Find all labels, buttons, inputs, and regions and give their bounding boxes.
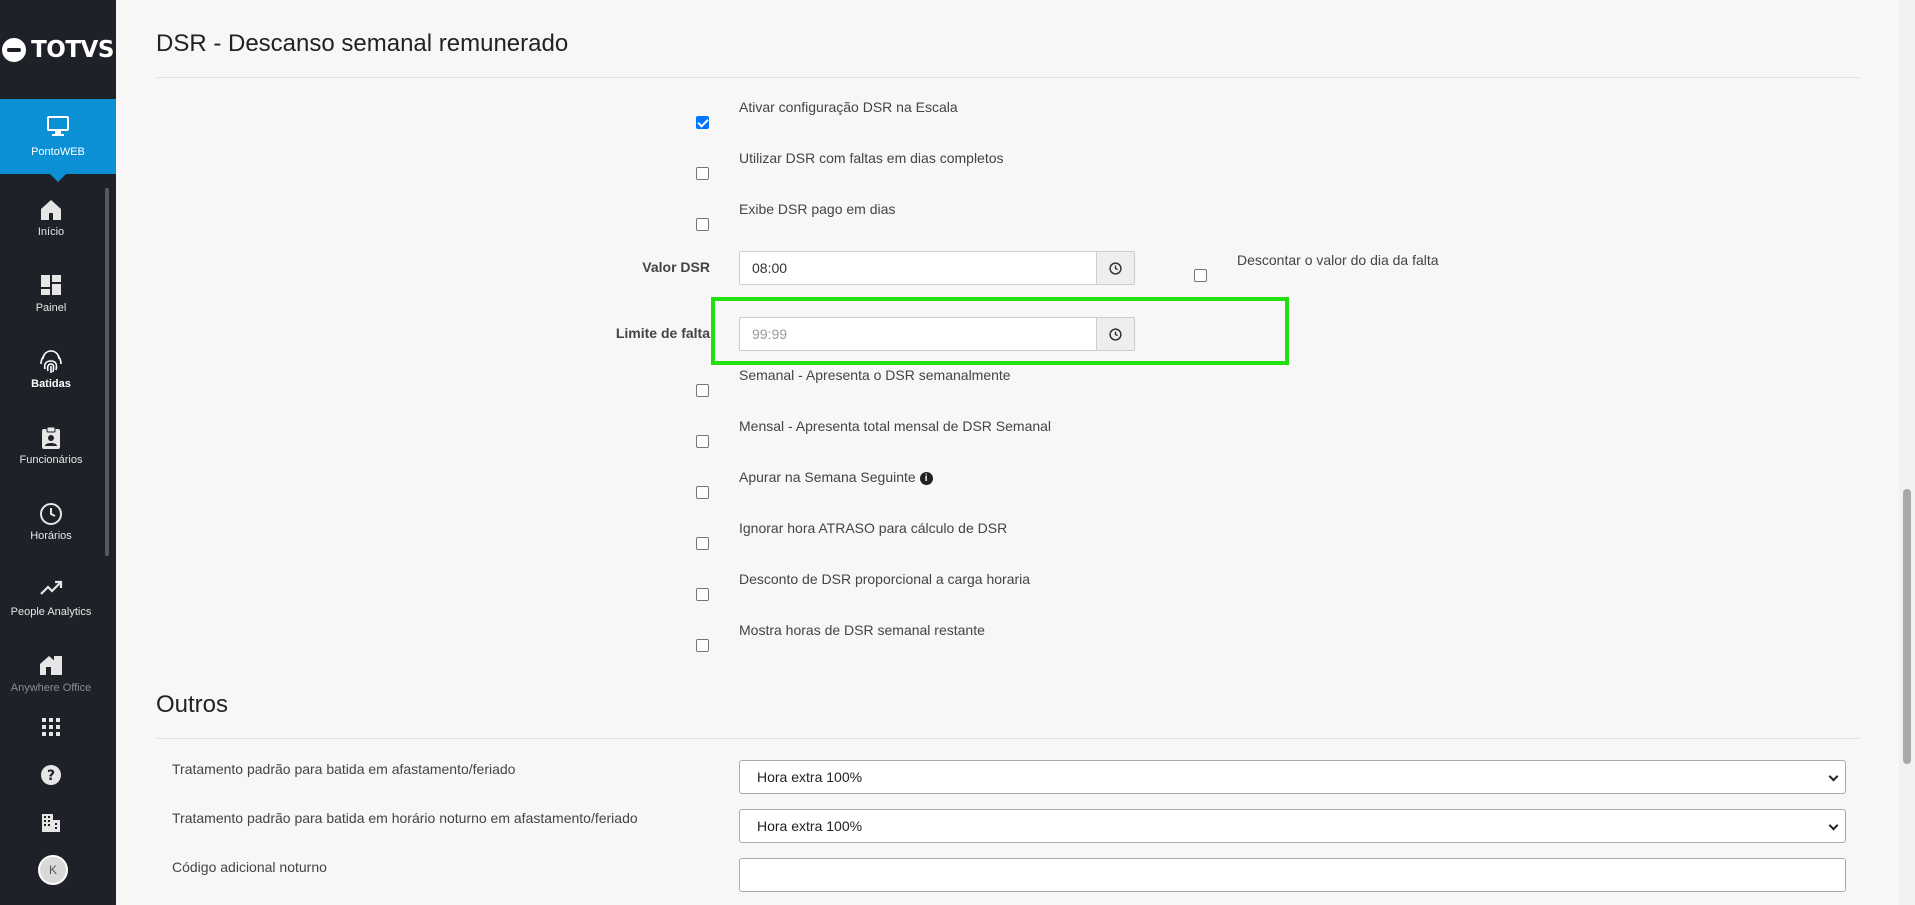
info-icon[interactable]: i — [919, 472, 933, 485]
main-content: DSR - Descanso semanal remunerado Ativar… — [116, 0, 1899, 905]
chevron-down-icon — [1828, 771, 1839, 782]
limite-falta-input[interactable]: 99:99 — [739, 317, 1097, 351]
clock-icon — [0, 502, 102, 526]
sidebar-item-label: Horários — [30, 530, 72, 542]
sidebar-item-pontoweb[interactable]: PontoWEB — [0, 99, 116, 182]
sidebar-item-label: PontoWEB — [31, 146, 85, 158]
user-avatar[interactable]: K — [38, 855, 68, 885]
option-label: Mensal - Apresenta total mensal de DSR S… — [739, 418, 1052, 434]
option-label: Apurar na Semana Seguinte — [739, 469, 916, 485]
option-label: Utilizar DSR com faltas em dias completo… — [739, 150, 1004, 166]
totvs-logo-icon — [2, 37, 27, 62]
active-caret — [50, 174, 66, 182]
chevron-down-icon — [1828, 820, 1839, 831]
checkbox-desconto-proporcional[interactable] — [696, 588, 709, 601]
help-icon[interactable]: ? — [38, 762, 64, 788]
sidebar-item-label: Painel — [35, 302, 67, 314]
trend-icon — [0, 578, 102, 602]
sidebar-item-inicio[interactable]: Início — [0, 182, 102, 257]
sidebar-item-horarios[interactable]: Horários — [0, 486, 102, 561]
option-label: Mostra horas de DSR semanal restante — [739, 622, 985, 638]
sidebar-item-label: Anywhere Office — [10, 682, 92, 694]
sidebar-item-label: People Analytics — [10, 606, 92, 618]
fingerprint-icon — [0, 350, 102, 374]
option-label: Desconto de DSR proporcional a carga hor… — [739, 571, 1031, 587]
tratamento-afastamento-label: Tratamento padrão para batida em afastam… — [172, 761, 516, 777]
dashboard-icon — [0, 274, 102, 298]
option-label: Ignorar hora ATRASO para cálculo de DSR — [739, 520, 1008, 536]
option-label: Exibe DSR pago em dias — [739, 201, 896, 217]
outros-section-title: Outros — [156, 691, 229, 718]
checkbox-apurar-semana-seguinte[interactable] — [696, 486, 709, 499]
checkbox-dsr-faltas[interactable] — [696, 167, 709, 180]
option-label: Semanal - Apresenta o DSR semanalmente — [739, 367, 1011, 383]
sidebar-scrollbar[interactable] — [105, 188, 109, 556]
sidebar-item-label: Funcionários — [19, 454, 83, 466]
tratamento-noturno-label: Tratamento padrão para batida em horário… — [172, 810, 638, 826]
option-label: Descontar o valor do dia da falta — [1237, 252, 1439, 268]
page-scrollbar[interactable] — [1899, 0, 1915, 905]
apps-grid-icon[interactable] — [38, 714, 64, 740]
checkbox-ignorar-atraso[interactable] — [696, 537, 709, 550]
monitor-icon — [0, 115, 116, 139]
sidebar-item-funcionarios[interactable]: Funcionários — [0, 410, 102, 485]
limite-falta-clock-button[interactable] — [1096, 317, 1135, 351]
valor-dsr-input[interactable]: 08:00 — [739, 251, 1097, 285]
checkbox-ativar-dsr[interactable] — [696, 116, 709, 129]
valor-dsr-label: Valor DSR — [642, 259, 710, 275]
valor-dsr-clock-button[interactable] — [1096, 251, 1135, 285]
clock-icon — [1109, 261, 1122, 275]
clock-icon — [1109, 327, 1122, 341]
brand-name: TOTVS — [31, 36, 114, 63]
section-divider — [156, 77, 1860, 78]
checkbox-mensal[interactable] — [696, 435, 709, 448]
scrollbar-thumb[interactable] — [1903, 489, 1911, 764]
sidebar-item-people-analytics[interactable]: People Analytics — [0, 562, 102, 637]
sidebar-item-label: Batidas — [31, 378, 71, 390]
sidebar-bottom: ? K — [0, 704, 102, 905]
tratamento-afastamento-select[interactable]: Hora extra 100% — [739, 760, 1846, 794]
checkbox-mostra-horas-restante[interactable] — [696, 639, 709, 652]
building-icon[interactable] — [38, 810, 64, 836]
option-label: Ativar configuração DSR na Escala — [739, 99, 958, 115]
checkbox-dsr-pago-dias[interactable] — [696, 218, 709, 231]
home-icon — [0, 198, 102, 222]
section-divider — [156, 738, 1860, 739]
codigo-adicional-noturno-label: Código adicional noturno — [172, 859, 327, 875]
limite-falta-label: Limite de falta — [615, 325, 710, 341]
sidebar-item-batidas[interactable]: Batidas — [0, 334, 102, 409]
totvs-logo[interactable]: TOTVS — [0, 0, 116, 99]
checkbox-semanal[interactable] — [696, 384, 709, 397]
house-office-icon — [0, 654, 102, 678]
option-apurar: Apurar na Semana Seguinte i — [739, 469, 933, 485]
select-value: Hora extra 100% — [757, 818, 863, 834]
sidebar-item-painel[interactable]: Painel — [0, 258, 102, 333]
sidebar-item-anywhere-office[interactable]: Anywhere Office — [0, 638, 102, 694]
svg-text:?: ? — [47, 768, 55, 784]
checkbox-descontar-falta[interactable] — [1194, 269, 1207, 282]
sidebar-item-label: Início — [37, 226, 65, 238]
tratamento-noturno-select[interactable]: Hora extra 100% — [739, 809, 1846, 843]
clipboard-user-icon — [0, 426, 102, 450]
dsr-section-title: DSR - Descanso semanal remunerado — [156, 30, 569, 57]
sidebar: TOTVS PontoWEB Início Painel Batidas Fun… — [0, 0, 116, 905]
codigo-adicional-noturno-input[interactable] — [739, 858, 1846, 892]
select-value: Hora extra 100% — [757, 769, 863, 785]
